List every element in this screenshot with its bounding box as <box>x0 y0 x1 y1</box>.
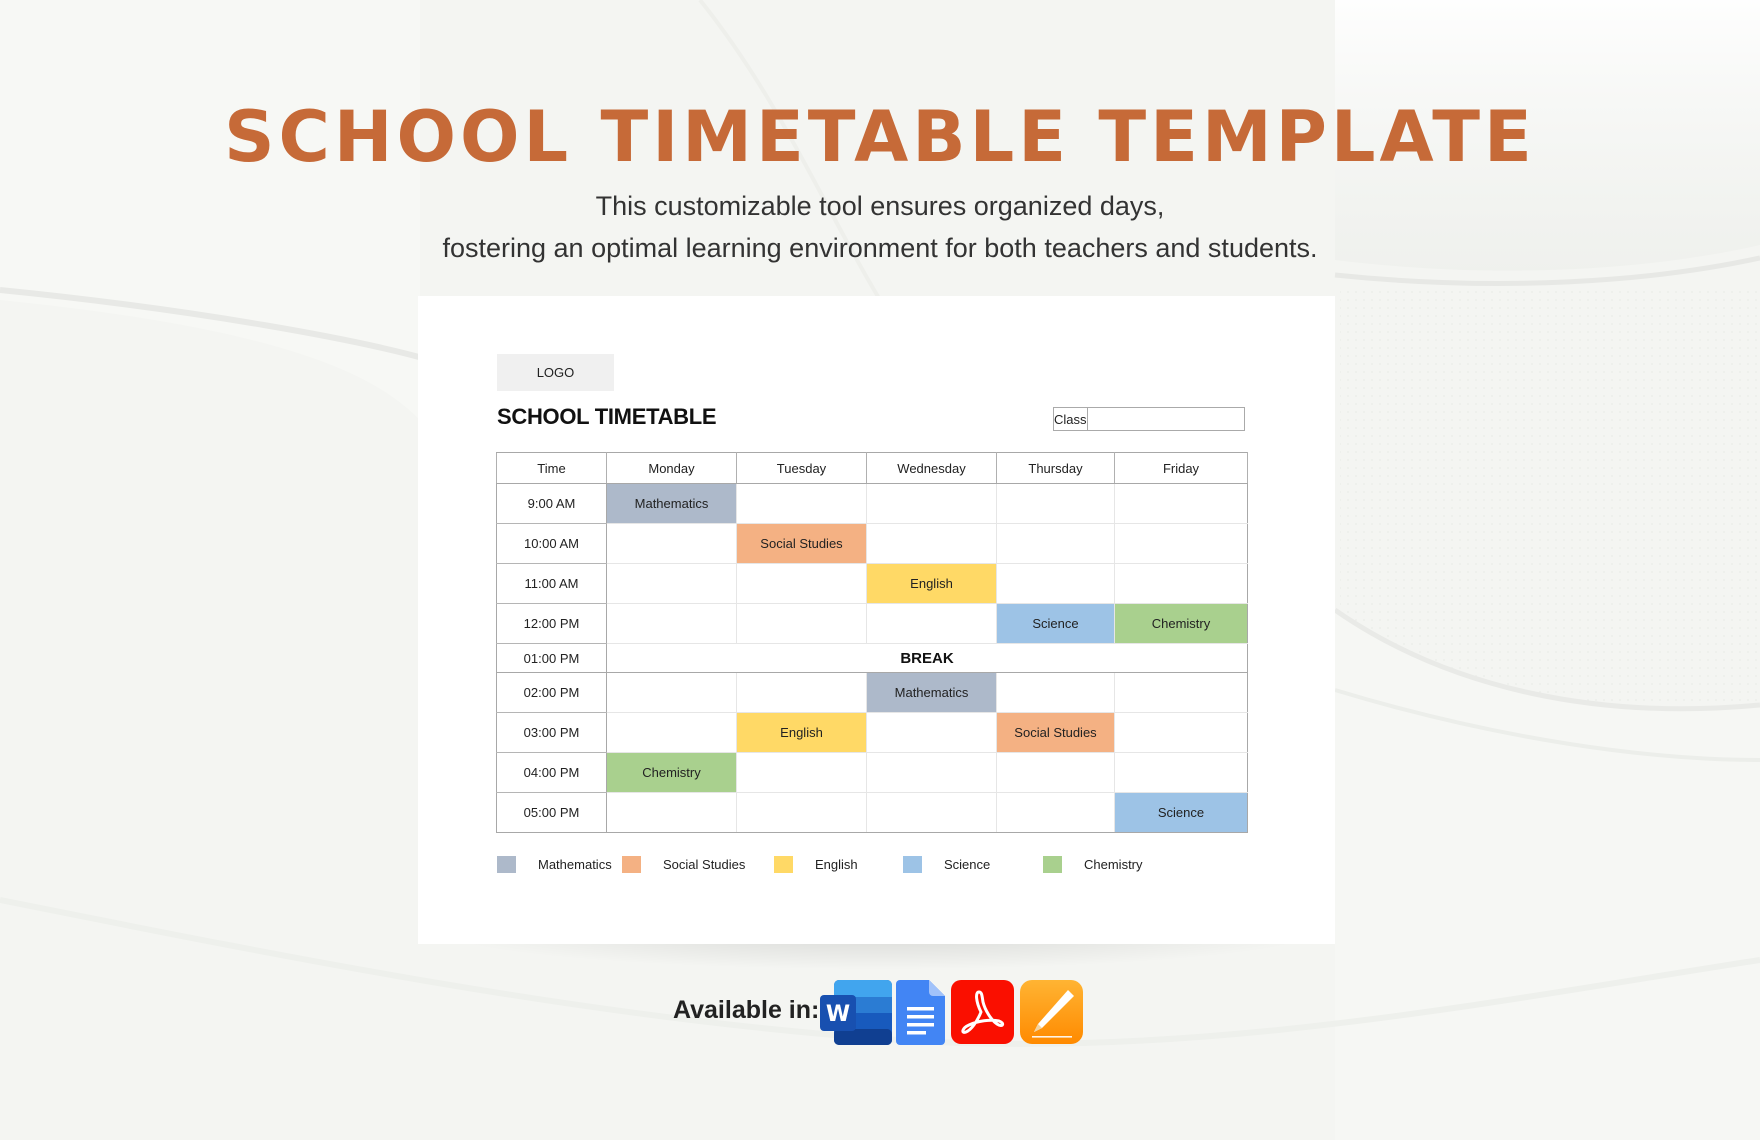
subject-cell-friday[interactable]: Science <box>1114 792 1248 833</box>
empty-cell-wednesday[interactable] <box>866 523 997 564</box>
empty-cell-friday[interactable] <box>1114 712 1248 753</box>
table-row: 03:00 PM English Social Studies <box>496 712 1248 753</box>
google-docs-icon[interactable] <box>896 980 945 1045</box>
class-label: Class <box>1054 408 1088 430</box>
subject-cell-wednesday[interactable]: Mathematics <box>866 672 997 713</box>
legend-item-chemistry: Chemistry <box>1043 855 1143 873</box>
subject-cell-thursday[interactable]: Science <box>996 603 1115 644</box>
time-cell: 05:00 PM <box>496 792 607 833</box>
legend-item-science: Science <box>903 855 990 873</box>
word-icon[interactable]: W <box>820 980 892 1045</box>
table-row: 05:00 PM Science <box>496 792 1248 833</box>
time-cell: 12:00 PM <box>496 603 607 644</box>
empty-cell-thursday[interactable] <box>996 523 1115 564</box>
empty-cell-wednesday[interactable] <box>866 483 997 524</box>
available-in-label: Available in: <box>673 996 820 1024</box>
document-title: SCHOOL TIMETABLE <box>497 404 717 429</box>
empty-cell-monday[interactable] <box>606 792 737 833</box>
empty-cell-thursday[interactable] <box>996 483 1115 524</box>
legend-label: English <box>815 856 858 872</box>
empty-cell-tuesday[interactable] <box>736 483 867 524</box>
time-cell: 10:00 AM <box>496 523 607 564</box>
subject-cell-tuesday[interactable]: English <box>736 712 867 753</box>
time-cell: 04:00 PM <box>496 752 607 793</box>
break-cell: BREAK <box>606 643 1248 673</box>
column-header-time: Time <box>496 452 607 484</box>
empty-cell-tuesday[interactable] <box>736 563 867 604</box>
empty-cell-wednesday[interactable] <box>866 792 997 833</box>
legend-item-social-studies: Social Studies <box>622 855 745 873</box>
empty-cell-monday[interactable] <box>606 672 737 713</box>
table-header-row: Time Monday Tuesday Wednesday Thursday F… <box>496 452 1248 484</box>
empty-cell-tuesday[interactable] <box>736 603 867 644</box>
class-field: Class <box>1053 407 1272 431</box>
empty-cell-monday[interactable] <box>606 523 737 564</box>
empty-cell-wednesday[interactable] <box>866 752 997 793</box>
time-cell: 9:00 AM <box>496 483 607 524</box>
empty-cell-thursday[interactable] <box>996 563 1115 604</box>
column-header-friday: Friday <box>1114 452 1248 484</box>
empty-cell-wednesday[interactable] <box>866 603 997 644</box>
legend-label: Social Studies <box>663 856 746 872</box>
legend-swatch <box>622 855 641 873</box>
legend-swatch <box>903 855 922 873</box>
legend-swatch <box>1043 855 1062 873</box>
subject-cell-thursday[interactable]: Social Studies <box>996 712 1115 753</box>
break-row: 01:00 PM BREAK <box>496 643 1248 673</box>
legend-item-mathematics: Mathematics <box>497 855 612 873</box>
empty-cell-tuesday[interactable] <box>736 752 867 793</box>
time-cell: 01:00 PM <box>496 643 607 673</box>
timetable-table: Time Monday Tuesday Wednesday Thursday F… <box>496 452 1248 833</box>
subject-cell-wednesday[interactable]: English <box>866 563 997 604</box>
empty-cell-thursday[interactable] <box>996 672 1115 713</box>
subtitle-line-2: fostering an optimal learning environmen… <box>442 233 1318 263</box>
table-row: 02:00 PM Mathematics <box>496 672 1248 713</box>
table-row: 11:00 AM English <box>496 563 1248 604</box>
legend-item-english: English <box>774 855 858 873</box>
subject-legend: Mathematics Social Studies English Science C… <box>497 855 1257 875</box>
time-cell: 11:00 AM <box>496 563 607 604</box>
empty-cell-monday[interactable] <box>606 563 737 604</box>
column-header-tuesday: Tuesday <box>736 452 867 484</box>
legend-label: Chemistry <box>1084 856 1143 872</box>
legend-label: Science <box>944 856 991 872</box>
class-input[interactable] <box>1087 408 1272 430</box>
logo-placeholder[interactable]: LOGO <box>497 354 614 391</box>
table-row: 10:00 AM Social Studies <box>496 523 1248 564</box>
table-row: 12:00 PM Science Chemistry <box>496 603 1248 644</box>
table-row: 9:00 AM Mathematics <box>496 483 1248 524</box>
empty-cell-tuesday[interactable] <box>736 672 867 713</box>
empty-cell-friday[interactable] <box>1114 752 1248 793</box>
subject-cell-monday[interactable]: Mathematics <box>606 483 737 524</box>
subject-cell-tuesday[interactable]: Social Studies <box>736 523 867 564</box>
empty-cell-wednesday[interactable] <box>866 712 997 753</box>
legend-swatch <box>774 855 793 873</box>
empty-cell-thursday[interactable] <box>996 752 1115 793</box>
legend-swatch <box>497 855 516 873</box>
empty-cell-friday[interactable] <box>1114 523 1248 564</box>
subject-cell-monday[interactable]: Chemistry <box>606 752 737 793</box>
pdf-icon[interactable] <box>951 980 1014 1044</box>
svg-text:W: W <box>826 1002 850 1027</box>
empty-cell-thursday[interactable] <box>996 792 1115 833</box>
time-cell: 03:00 PM <box>496 712 607 753</box>
empty-cell-friday[interactable] <box>1114 483 1248 524</box>
column-header-wednesday: Wednesday <box>866 452 997 484</box>
column-header-monday: Monday <box>606 452 737 484</box>
column-header-thursday: Thursday <box>996 452 1115 484</box>
empty-cell-friday[interactable] <box>1114 672 1248 713</box>
legend-label: Mathematics <box>538 856 612 872</box>
time-cell: 02:00 PM <box>496 672 607 713</box>
empty-cell-monday[interactable] <box>606 603 737 644</box>
empty-cell-monday[interactable] <box>606 712 737 753</box>
subtitle-line-1: This customizable tool ensures organized… <box>595 191 1165 221</box>
subject-cell-friday[interactable]: Chemistry <box>1114 603 1248 644</box>
timetable-document-preview: LOGO SCHOOL TIMETABLE Class Time Monday … <box>418 296 1335 944</box>
empty-cell-tuesday[interactable] <box>736 792 867 833</box>
empty-cell-friday[interactable] <box>1114 563 1248 604</box>
page-title: SCHOOL TIMETABLE TEMPLATE <box>224 96 1536 178</box>
logo-label: LOGO <box>536 365 575 380</box>
table-row: 04:00 PM Chemistry <box>496 752 1248 793</box>
pages-icon[interactable] <box>1020 980 1083 1044</box>
